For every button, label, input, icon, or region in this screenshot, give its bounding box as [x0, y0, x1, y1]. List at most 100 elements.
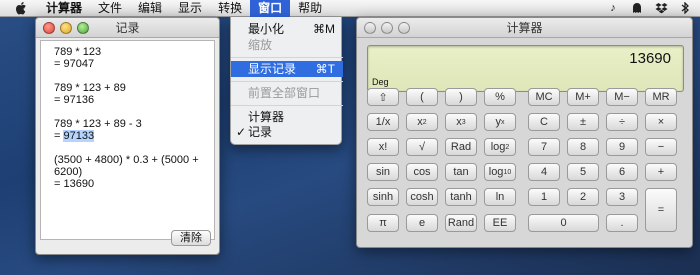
- close-icon[interactable]: [364, 22, 376, 34]
- key-right-paren[interactable]: ): [445, 88, 477, 106]
- key-9[interactable]: 9: [606, 138, 638, 156]
- dropbox-icon[interactable]: [654, 2, 668, 14]
- key-plus-minus[interactable]: ±: [567, 113, 599, 131]
- window-menu-dropdown: 最小化 ⌘M 缩放 显示记录 ⌘T 前置全部窗口 计算器 ✓ 记录: [230, 17, 343, 145]
- window-controls: [43, 22, 89, 34]
- key-clear[interactable]: C: [528, 113, 560, 131]
- key-cube[interactable]: x3: [445, 113, 477, 131]
- menu-item-show-history[interactable]: 显示记录 ⌘T: [231, 61, 343, 77]
- key-ln[interactable]: ln: [484, 188, 516, 206]
- key-equals[interactable]: =: [645, 188, 677, 232]
- status-tray: ♪: [606, 2, 692, 14]
- menu-window[interactable]: 窗口: [250, 0, 291, 17]
- key-0[interactable]: 0: [528, 214, 599, 232]
- menu-edit[interactable]: 编辑: [130, 0, 170, 17]
- key-sin[interactable]: sin: [367, 163, 399, 181]
- menu-item-label: 前置全部窗口: [248, 86, 321, 100]
- key-5[interactable]: 5: [567, 163, 599, 181]
- key-mr[interactable]: MR: [645, 88, 677, 106]
- key-pi[interactable]: π: [367, 214, 399, 232]
- menu-item-calculator[interactable]: 计算器: [231, 109, 343, 125]
- minimize-icon[interactable]: [381, 22, 393, 34]
- key-minus[interactable]: −: [645, 138, 677, 156]
- key-left-paren[interactable]: (: [406, 88, 438, 106]
- key-rand[interactable]: Rand: [445, 214, 477, 232]
- key-square[interactable]: x2: [406, 113, 438, 131]
- key-log10[interactable]: log 10: [484, 163, 516, 181]
- key-4[interactable]: 4: [528, 163, 560, 181]
- history-entry: 789 * 123 = 97047: [54, 46, 214, 70]
- key-superscript: 2: [422, 118, 427, 126]
- key-2[interactable]: 2: [567, 188, 599, 206]
- key-cos[interactable]: cos: [406, 163, 438, 181]
- key-superscript: x: [501, 118, 505, 126]
- menu-item-bring-all-front: 前置全部窗口: [231, 85, 343, 101]
- history-expression: 789 * 123 + 89 - 3: [54, 118, 142, 130]
- key-multiply[interactable]: ×: [645, 113, 677, 131]
- calculator-titlebar[interactable]: 计算器: [357, 18, 692, 38]
- history-entry: (3500 + 4800) * 0.3 + (5000 + 6200) = 13…: [54, 154, 214, 190]
- zoom-icon[interactable]: [77, 22, 89, 34]
- menu-bar: 计算器 文件 编辑 显示 转换 窗口 帮助 ♪: [0, 0, 700, 17]
- close-icon[interactable]: [43, 22, 55, 34]
- history-expression: (3500 + 4800) * 0.3 + (5000 + 6200): [54, 154, 199, 178]
- ghost-icon[interactable]: [630, 2, 644, 14]
- history-result: = 13690: [54, 178, 95, 190]
- key-plus[interactable]: +: [645, 163, 677, 181]
- history-title: 记录: [115, 21, 140, 35]
- menu-separator: [231, 105, 343, 106]
- key-decimal[interactable]: .: [606, 214, 638, 232]
- window-controls: [364, 22, 410, 34]
- menu-app-name[interactable]: 计算器: [38, 0, 90, 17]
- menu-view[interactable]: 显示: [170, 0, 210, 17]
- key-1[interactable]: 1: [528, 188, 560, 206]
- menu-item-label: 计算器: [248, 110, 285, 124]
- key-tanh[interactable]: tanh: [445, 188, 477, 206]
- key-m-minus[interactable]: M−: [606, 88, 638, 106]
- menu-file[interactable]: 文件: [90, 0, 130, 17]
- key-reciprocal[interactable]: 1/x: [367, 113, 399, 131]
- menu-separator: [231, 57, 343, 58]
- history-entry: 789 * 123 + 89 = 97136: [54, 82, 214, 106]
- key-factorial[interactable]: x!: [367, 138, 399, 156]
- angle-mode-label: Deg: [372, 77, 389, 87]
- key-7[interactable]: 7: [528, 138, 560, 156]
- menu-item-minimize[interactable]: 最小化 ⌘M: [231, 21, 343, 37]
- menu-item-history[interactable]: ✓ 记录: [231, 124, 343, 140]
- history-titlebar[interactable]: 记录: [36, 18, 219, 38]
- key-8[interactable]: 8: [567, 138, 599, 156]
- key-divide[interactable]: ÷: [606, 113, 638, 131]
- key-sqrt[interactable]: √: [406, 138, 438, 156]
- menu-item-label: 缩放: [248, 38, 273, 52]
- menu-shortcut: ⌘T: [315, 62, 335, 76]
- key-m-plus[interactable]: M+: [567, 88, 599, 106]
- key-ee[interactable]: EE: [484, 214, 516, 232]
- key-subscript: 2: [505, 143, 510, 151]
- bluetooth-icon[interactable]: [678, 2, 692, 14]
- calculator-window: 计算器 13690 Deg ⇧ ( ) % MC M+ M− MR 1/x x2…: [356, 17, 693, 248]
- menu-item-label: 记录: [248, 125, 273, 139]
- key-3[interactable]: 3: [606, 188, 638, 206]
- key-base: log: [488, 166, 504, 178]
- menu-convert[interactable]: 转换: [210, 0, 250, 17]
- apple-menu-icon[interactable]: [13, 1, 29, 15]
- key-sinh[interactable]: sinh: [367, 188, 399, 206]
- key-shift[interactable]: ⇧: [367, 88, 399, 106]
- key-mc[interactable]: MC: [528, 88, 560, 106]
- key-cosh[interactable]: cosh: [406, 188, 438, 206]
- history-list[interactable]: 789 * 123 = 97047 789 * 123 + 89 = 97136…: [40, 40, 215, 240]
- minimize-icon[interactable]: [60, 22, 72, 34]
- music-note-icon[interactable]: ♪: [606, 2, 620, 14]
- key-percent[interactable]: %: [484, 88, 516, 106]
- zoom-icon[interactable]: [398, 22, 410, 34]
- history-window: 记录 789 * 123 = 97047 789 * 123 + 89 = 97…: [35, 17, 220, 255]
- key-tan[interactable]: tan: [445, 163, 477, 181]
- clear-button[interactable]: 清除: [171, 230, 211, 246]
- selected-result[interactable]: 97133: [63, 130, 95, 142]
- key-6[interactable]: 6: [606, 163, 638, 181]
- key-log2[interactable]: log 2: [484, 138, 516, 156]
- menu-help[interactable]: 帮助: [290, 0, 330, 17]
- key-power[interactable]: yx: [484, 113, 516, 131]
- key-e[interactable]: e: [406, 214, 438, 232]
- key-rad[interactable]: Rad: [445, 138, 477, 156]
